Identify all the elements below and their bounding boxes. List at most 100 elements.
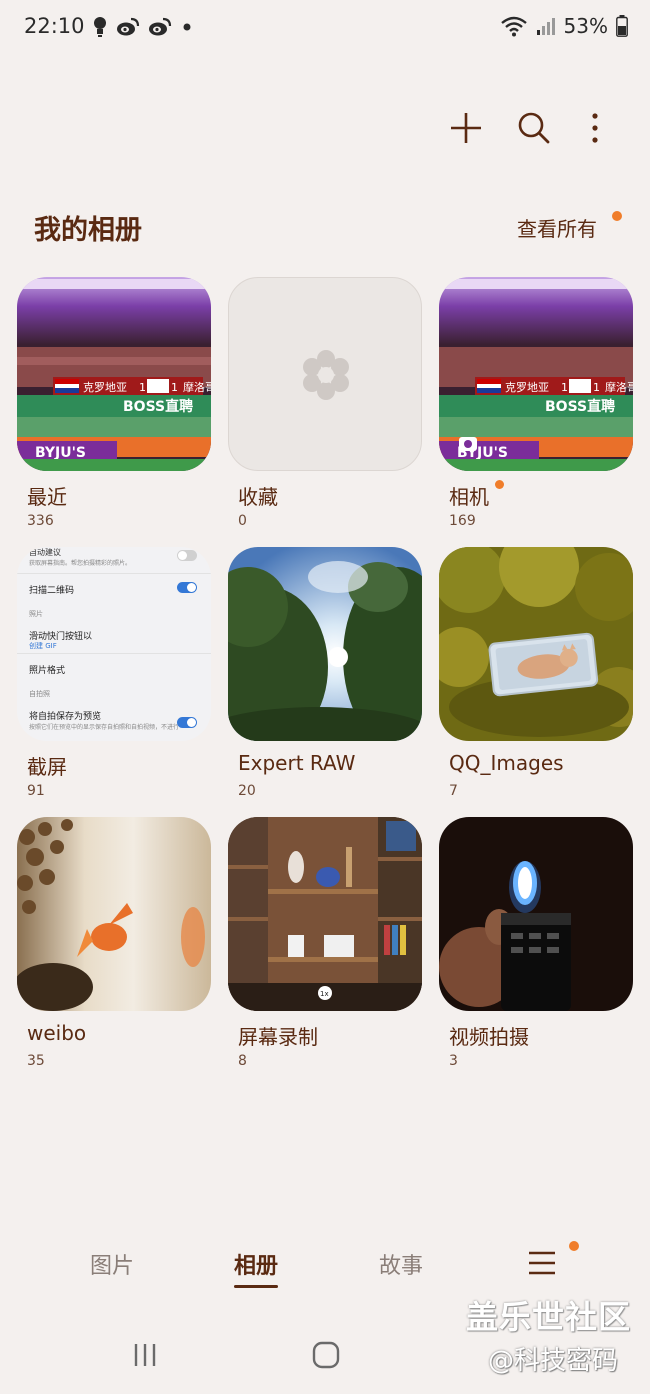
album-count: 7 (449, 783, 458, 799)
album-count: 20 (238, 783, 256, 799)
album-name: weibo (27, 1021, 87, 1045)
home-icon (312, 1341, 340, 1369)
more-notifications-dot-icon (183, 23, 191, 31)
weibo-icon (149, 17, 172, 36)
team1-label: 克罗地亚 (505, 381, 549, 394)
team1-label: 克罗地亚 (83, 381, 127, 394)
setting-label: 将自拍保存为预览 (29, 712, 102, 722)
album-video[interactable]: 视频拍摄 3 (439, 817, 633, 1069)
album-thumbnail: 克罗地亚 1 1 摩洛哥 BOSS直聘 BYJU'S (439, 277, 633, 471)
tab-albums-label: 相册 (234, 1254, 279, 1279)
album-name: 最近 (27, 485, 67, 509)
ad-label: BOSS直聘 (123, 398, 193, 415)
album-count: 336 (27, 513, 54, 529)
zoom-level: 1x (320, 990, 329, 998)
battery-icon (616, 15, 628, 37)
setting-section: 自拍照 (29, 690, 50, 698)
tab-pictures[interactable]: 图片 (90, 1248, 134, 1280)
setting-sub: 按照它们在预览中的显示保存自拍照和自拍视频，不进行翻 (29, 724, 179, 731)
goldfish-thumbnail (17, 817, 211, 1011)
cat-phone-thumbnail (439, 547, 633, 741)
score1-label: 1 (139, 381, 146, 394)
signal-icon (536, 18, 555, 35)
toggle-off (177, 550, 197, 561)
new-badge-dot (495, 480, 504, 489)
more-vertical-icon (592, 113, 598, 143)
ad-label: BOSS直聘 (545, 398, 615, 415)
notification-icons (92, 16, 194, 38)
new-badge-dot (612, 211, 622, 221)
album-count: 0 (238, 513, 247, 529)
toggle-on (177, 582, 197, 593)
album-count: 91 (27, 783, 45, 799)
album-qq-images[interactable]: QQ_Images 7 (439, 547, 633, 799)
watermark-author: @科技密码 (488, 1346, 619, 1376)
album-count: 169 (449, 513, 476, 529)
album-count: 8 (238, 1053, 247, 1069)
tab-stories[interactable]: 故事 (379, 1248, 423, 1280)
lighter-flame-thumbnail (439, 817, 633, 1011)
recent-apps-icon (134, 1344, 156, 1366)
album-favorites[interactable]: 收藏 0 (228, 277, 422, 529)
album-recent[interactable]: 克罗地亚 1 1 摩洛哥 BOSS直聘 BYJU'S 最近 336 (17, 277, 211, 529)
album-name: 相机 (449, 485, 489, 509)
album-thumbnail: 克罗地亚 1 1 摩洛哥 BOSS直聘 BYJU'S (17, 277, 211, 471)
flower-placeholder-icon (303, 350, 349, 400)
album-name: Expert RAW (238, 751, 356, 775)
album-thumbnail: 1x (228, 817, 422, 1011)
camera-settings-screenshot: 自动建议 获取屏幕指南。帮您拍摄精彩的照片。 扫描二维码 照片 滑动快门按钮以 … (17, 547, 211, 741)
setting-label: 自动建议 (29, 548, 61, 557)
lightbulb-icon (94, 17, 106, 37)
score1-label: 1 (561, 381, 568, 394)
album-screenshots[interactable]: 自动建议 获取屏幕指南。帮您拍摄精彩的照片。 扫描二维码 照片 滑动快门按钮以 … (17, 547, 211, 799)
album-thumbnail-empty (228, 277, 422, 471)
album-expert-raw[interactable]: Expert RAW 20 (228, 547, 422, 799)
album-name: 屏幕录制 (238, 1025, 318, 1049)
album-name: 视频拍摄 (449, 1025, 529, 1049)
wifi-icon (500, 16, 527, 37)
hamburger-menu-icon (529, 1251, 555, 1275)
album-screen-recordings[interactable]: 1x 屏幕录制 8 (228, 817, 422, 1069)
menu-button[interactable] (527, 1250, 557, 1276)
watermark-community: 盖乐世社区 (466, 1298, 632, 1336)
album-camera[interactable]: 克罗地亚 1 1 摩洛哥 BOSS直聘 BYJU'S 相机 169 (439, 277, 633, 529)
album-thumbnail (439, 547, 633, 741)
add-album-button[interactable] (444, 106, 488, 150)
more-options-button[interactable] (573, 106, 617, 150)
album-thumbnail (439, 817, 633, 1011)
setting-section: 照片 (29, 610, 43, 618)
menu-badge-dot (569, 1241, 579, 1251)
setting-label: 照片格式 (29, 666, 66, 676)
album-thumbnail (17, 817, 211, 1011)
camera-overlay-icon (459, 437, 477, 451)
active-tab-indicator (234, 1285, 279, 1288)
setting-sub: 创建 GIF (29, 642, 57, 650)
album-name: QQ_Images (449, 751, 564, 775)
weibo-icon (117, 17, 140, 36)
recent-apps-button[interactable] (125, 1338, 165, 1372)
search-icon (518, 112, 550, 144)
sponsor-label: BYJU'S (35, 445, 86, 461)
score2-label: 1 (171, 381, 178, 394)
album-count: 35 (27, 1053, 45, 1069)
battery-percent: 53% (563, 14, 608, 38)
bookshelf-thumbnail: 1x (228, 817, 422, 1011)
status-time: 22:10 (24, 14, 85, 38)
album-thumbnail: 自动建议 获取屏幕指南。帮您拍摄精彩的照片。 扫描二维码 照片 滑动快门按钮以 … (17, 547, 211, 741)
album-weibo[interactable]: weibo 35 (17, 817, 211, 1069)
album-count: 3 (449, 1053, 458, 1069)
view-all-link[interactable]: 查看所有 (517, 213, 597, 242)
status-bar: 22:10 53% (0, 0, 650, 56)
album-thumbnail (228, 547, 422, 741)
page-title: 我的相册 (34, 215, 142, 246)
tab-albums[interactable]: 相册 (234, 1248, 279, 1288)
home-button[interactable] (306, 1338, 346, 1372)
status-right: 53% (500, 14, 628, 38)
album-name: 截屏 (27, 755, 67, 779)
team2-label: 摩洛哥 (605, 380, 633, 394)
search-button[interactable] (512, 106, 556, 150)
setting-label: 扫描二维码 (29, 586, 75, 596)
team2-label: 摩洛哥 (183, 380, 211, 394)
plus-icon (451, 113, 481, 143)
album-name: 收藏 (238, 485, 278, 509)
